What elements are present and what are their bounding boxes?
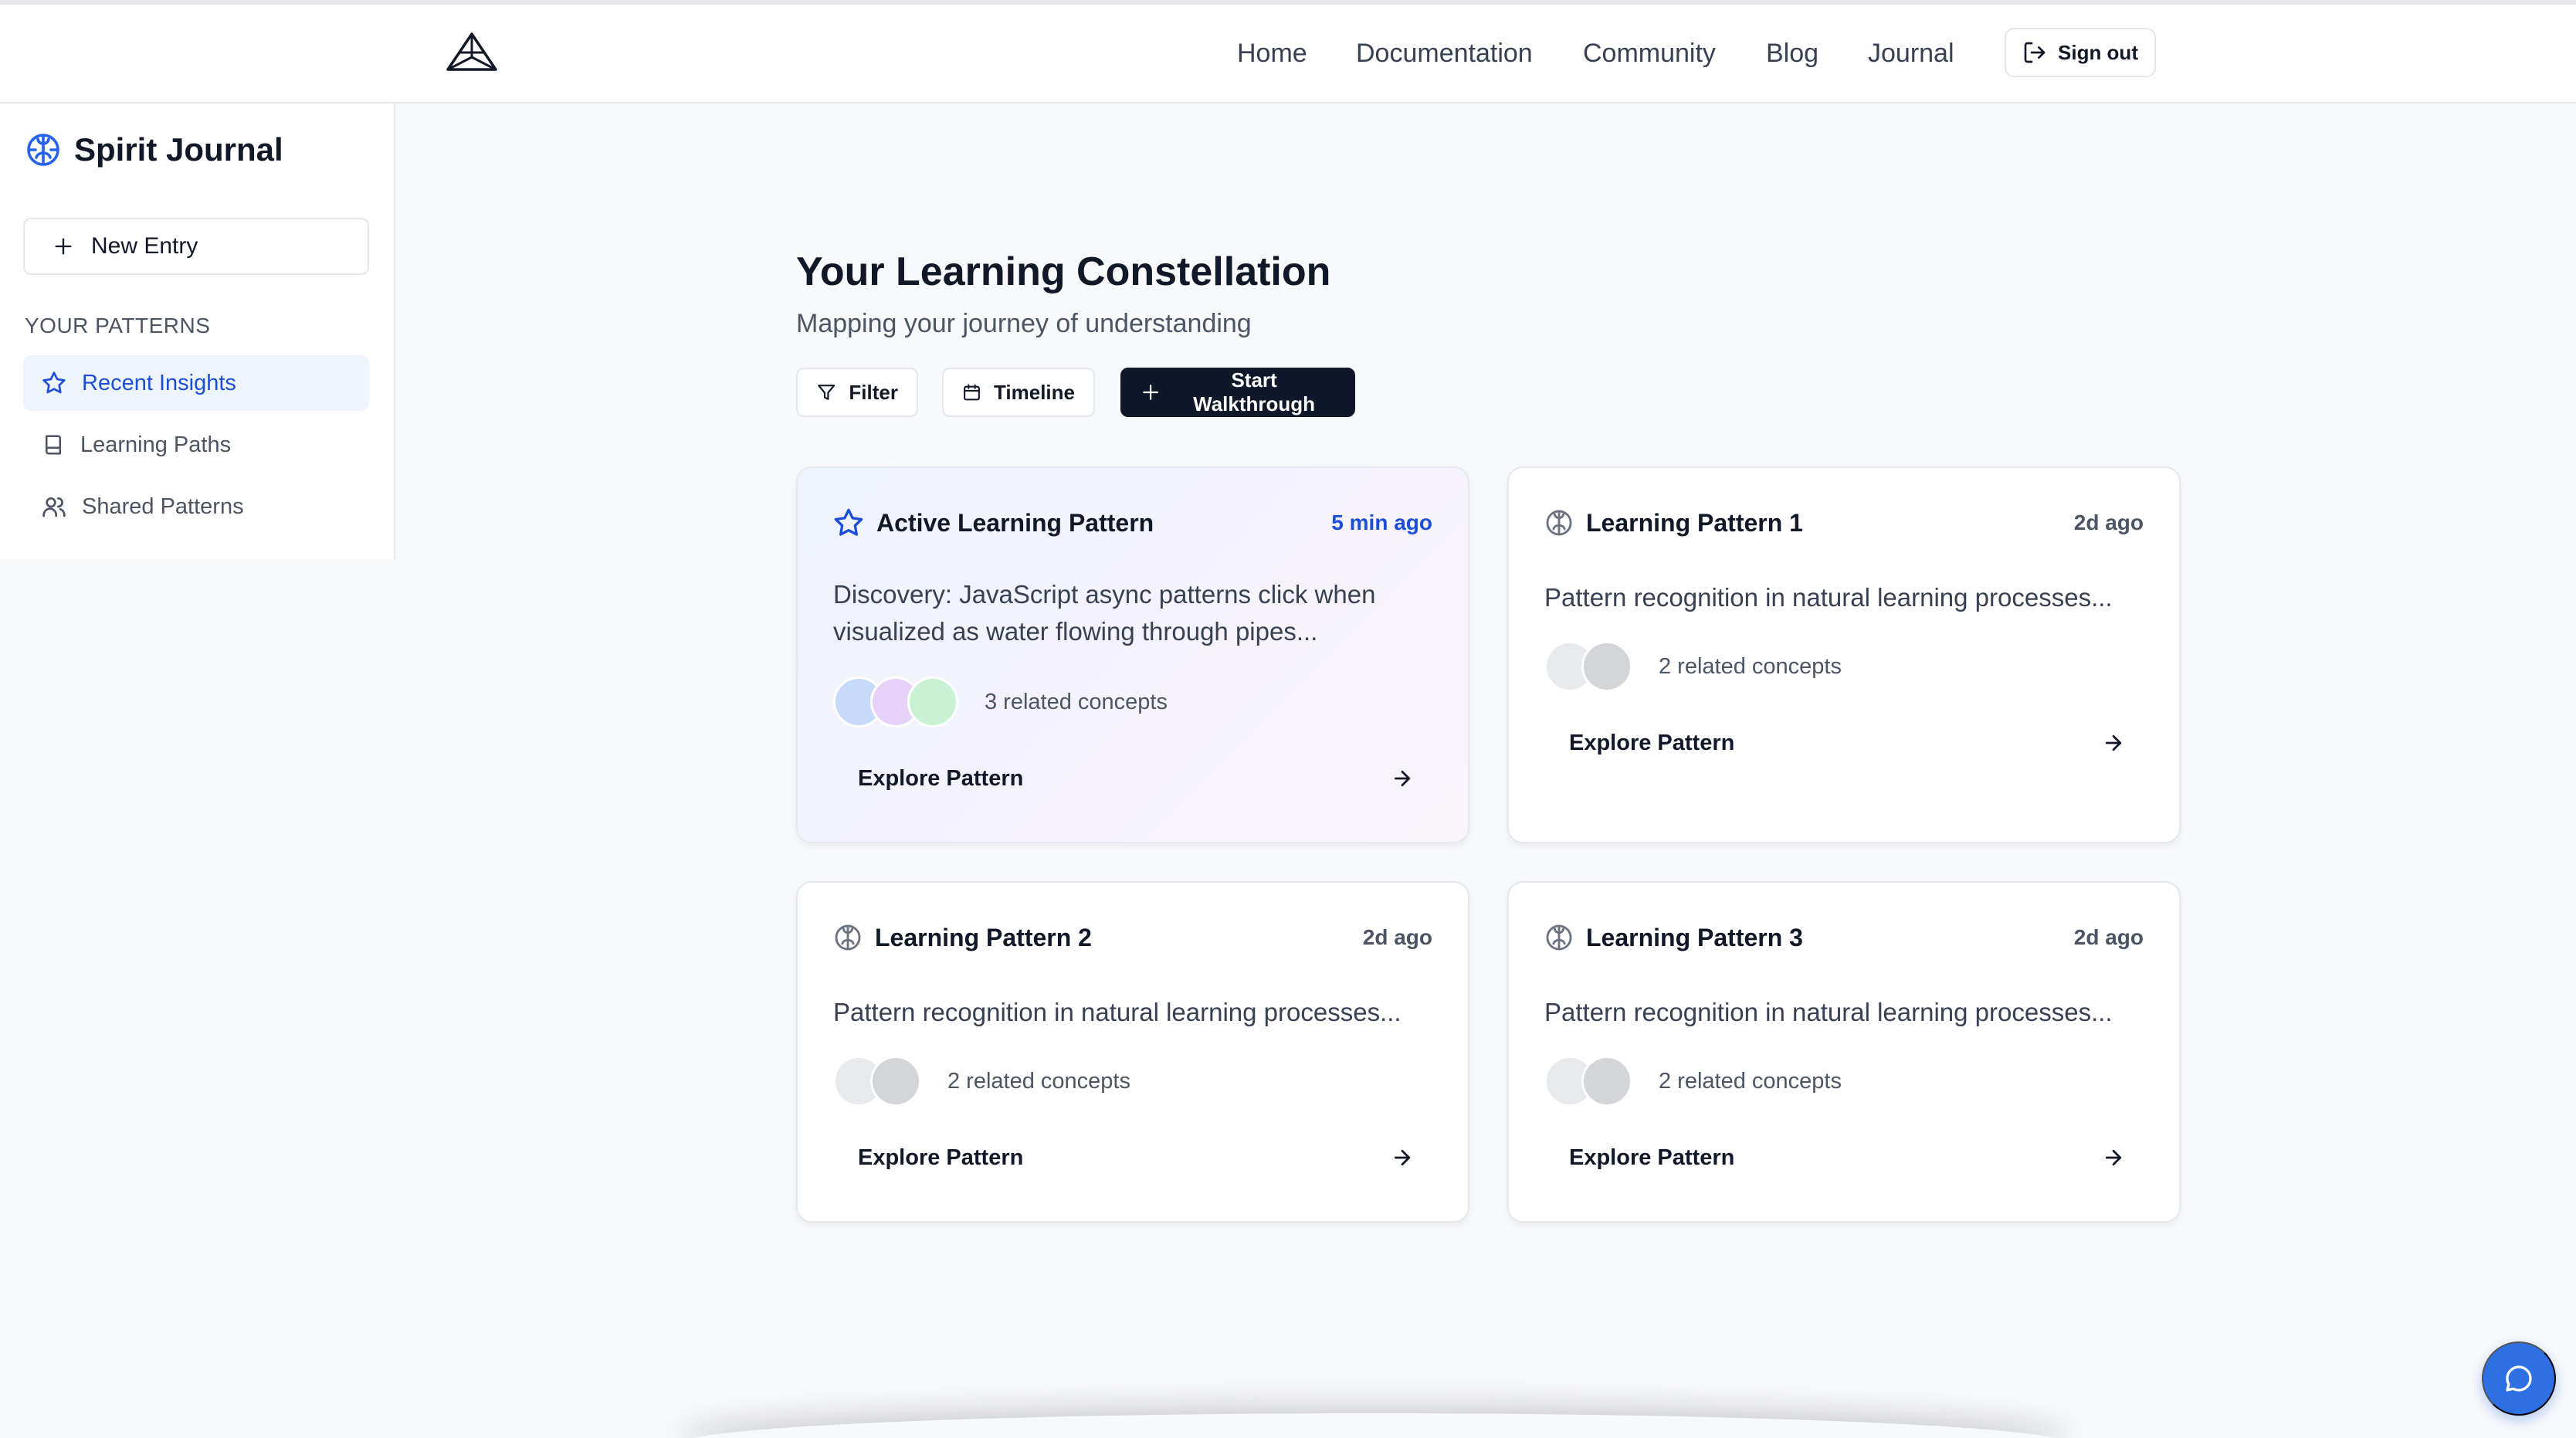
bottom-panel-shadow <box>680 1413 2069 1438</box>
star-icon <box>834 508 863 536</box>
filter-icon <box>818 385 836 400</box>
filter-button[interactable]: Filter <box>796 368 918 417</box>
sidebar-item-recent-insights[interactable]: Recent Insights <box>23 355 369 411</box>
pattern-card[interactable]: Learning Pattern 1 2d ago Pattern recogn… <box>1507 466 2181 843</box>
plus-icon <box>1143 385 1158 400</box>
card-title: Learning Pattern 2 <box>875 923 1092 951</box>
pattern-card-active[interactable]: Active Learning Pattern 5 min ago Discov… <box>796 466 1469 843</box>
card-timestamp: 2d ago <box>2073 925 2144 949</box>
page-title: Your Learning Constellation <box>796 249 1331 294</box>
explore-label: Explore Pattern <box>858 765 1024 791</box>
card-title: Active Learning Pattern <box>876 508 1154 537</box>
card-header: Learning Pattern 3 2d ago <box>1544 920 2144 955</box>
arrow-right-icon <box>2105 1149 2122 1166</box>
related-concepts: 2 related concepts <box>1544 641 1842 692</box>
related-concepts: 2 related concepts <box>833 1056 1130 1107</box>
pattern-card[interactable]: Learning Pattern 2 2d ago Pattern recogn… <box>796 881 1469 1223</box>
pattern-card[interactable]: Learning Pattern 3 2d ago Pattern recogn… <box>1507 881 2181 1223</box>
brain-icon <box>1546 924 1572 951</box>
related-concepts-count: 3 related concepts <box>985 689 1168 714</box>
card-timestamp: 2d ago <box>2073 510 2144 534</box>
explore-label: Explore Pattern <box>1569 1145 1735 1170</box>
card-description: Pattern recognition in natural learning … <box>833 998 1402 1026</box>
page-subtitle: Mapping your journey of understanding <box>796 309 1252 338</box>
brain-icon <box>1546 510 1572 536</box>
new-entry-button[interactable]: New Entry <box>23 218 369 275</box>
sidebar-item-learning-paths[interactable]: Learning Paths <box>23 417 369 473</box>
brand: Spirit Journal <box>25 131 283 168</box>
sign-out-icon <box>2024 42 2046 63</box>
explore-pattern-link[interactable]: Explore Pattern <box>1569 1141 2125 1175</box>
plus-icon <box>55 238 72 255</box>
sign-out-button[interactable]: Sign out <box>2005 28 2156 77</box>
card-timestamp: 2d ago <box>1362 925 1432 949</box>
card-description: Pattern recognition in natural learning … <box>1544 583 2113 612</box>
sidebar-title: Spirit Journal <box>74 131 283 168</box>
chat-button[interactable] <box>2482 1341 2556 1416</box>
nav-journal-link[interactable]: Journal <box>1868 39 1954 69</box>
star-icon <box>42 371 66 394</box>
related-concepts-count: 2 related concepts <box>1659 1068 1842 1094</box>
calendar-icon <box>964 384 980 401</box>
card-description: Discovery: JavaScript async patterns cli… <box>833 580 1376 646</box>
explore-label: Explore Pattern <box>1569 730 1735 755</box>
chat-bubble-icon <box>2506 1365 2532 1392</box>
concept-avatar <box>1581 1056 1632 1107</box>
concept-avatar <box>907 677 958 727</box>
sidebar: Spirit Journal New Entry YOUR PATTERNS R… <box>0 103 395 559</box>
brain-icon <box>27 134 59 166</box>
concept-avatar <box>870 1056 921 1107</box>
nav-documentation-link[interactable]: Documentation <box>1356 39 1533 69</box>
start-walkthrough-label: Start Walkthrough <box>1193 368 1316 415</box>
start-walkthrough-button[interactable]: Start Walkthrough <box>1120 368 1355 417</box>
card-title: Learning Pattern 3 <box>1586 923 1803 951</box>
card-timestamp: 5 min ago <box>1331 510 1432 534</box>
nav-community-link[interactable]: Community <box>1583 39 1716 69</box>
sidebar-item-shared-patterns[interactable]: Shared Patterns <box>23 479 369 534</box>
related-concepts: 2 related concepts <box>1544 1056 1842 1107</box>
top-navbar: Home Documentation Community Blog Journa… <box>0 0 2576 103</box>
card-description: Pattern recognition in natural learning … <box>1544 998 2113 1026</box>
related-concepts: 3 related concepts <box>833 677 1168 727</box>
sidebar-item-label: Learning Paths <box>80 432 232 457</box>
brain-icon <box>835 924 861 951</box>
arrow-right-icon <box>1394 770 1411 787</box>
nav-blog-link[interactable]: Blog <box>1766 39 1818 69</box>
timeline-label: Timeline <box>993 380 1075 404</box>
arrow-right-icon <box>1394 1149 1411 1166</box>
sidebar-item-label: Recent Insights <box>82 370 236 395</box>
new-entry-label: New Entry <box>91 233 198 259</box>
book-icon <box>46 435 61 455</box>
card-header: Learning Pattern 1 2d ago <box>1544 505 2144 541</box>
logo-icon[interactable] <box>445 31 499 74</box>
arrow-right-icon <box>2105 734 2122 751</box>
card-header: Learning Pattern 2 2d ago <box>833 920 1432 955</box>
timeline-button[interactable]: Timeline <box>942 368 1095 417</box>
filter-label: Filter <box>849 380 898 404</box>
nav-home-link[interactable]: Home <box>1237 39 1307 69</box>
section-label: YOUR PATTERNS <box>25 314 211 337</box>
users-icon <box>42 497 66 517</box>
top-border <box>0 0 2576 5</box>
explore-pattern-link[interactable]: Explore Pattern <box>858 1141 1414 1175</box>
explore-pattern-link[interactable]: Explore Pattern <box>1569 726 2125 760</box>
card-title: Learning Pattern 1 <box>1586 508 1803 537</box>
related-concepts-count: 2 related concepts <box>1659 653 1842 679</box>
explore-label: Explore Pattern <box>858 1145 1024 1170</box>
sign-out-label: Sign out <box>2058 40 2138 64</box>
card-header: Active Learning Pattern 5 min ago <box>833 505 1432 541</box>
concept-avatar <box>1581 641 1632 692</box>
sidebar-item-label: Shared Patterns <box>82 493 244 519</box>
related-concepts-count: 2 related concepts <box>947 1068 1130 1094</box>
explore-pattern-link[interactable]: Explore Pattern <box>858 761 1414 795</box>
